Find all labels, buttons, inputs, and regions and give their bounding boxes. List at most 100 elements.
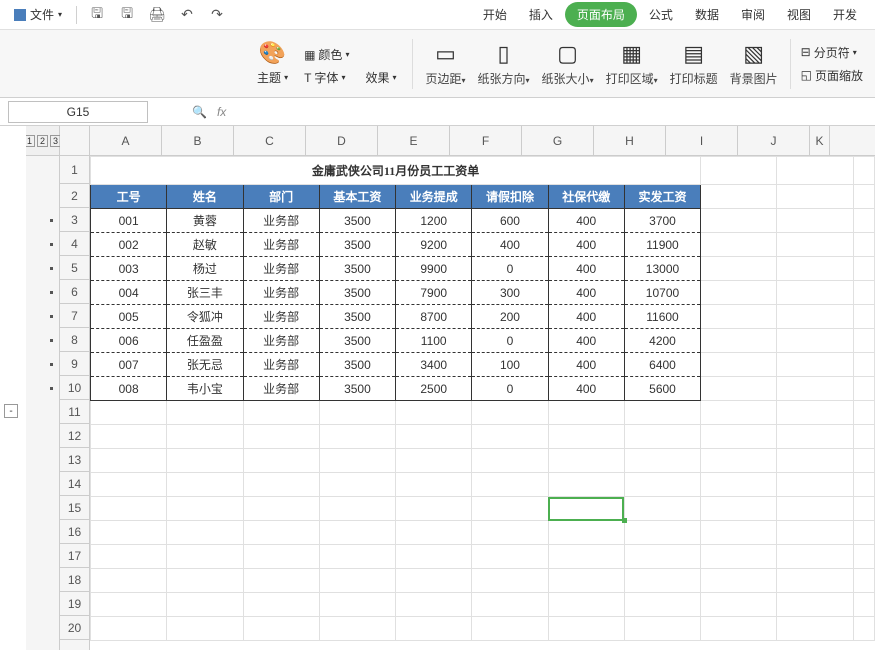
cell-H16[interactable] [624,521,700,545]
cell-H13[interactable] [624,449,700,473]
cell-F4[interactable]: 400 [472,233,548,257]
cell-F15[interactable] [472,497,548,521]
cell-H7[interactable]: 11600 [624,305,700,329]
cell-I15[interactable] [701,497,777,521]
cell-G5[interactable]: 400 [548,257,624,281]
undo-icon[interactable]: ↶ [175,3,199,27]
cell-F18[interactable] [472,569,548,593]
cell-F8[interactable]: 0 [472,329,548,353]
col-header-A[interactable]: A [90,126,162,155]
cell-E8[interactable]: 1100 [396,329,472,353]
fonts-button[interactable]: T字体▾ [300,67,349,88]
cell-H20[interactable] [624,617,700,641]
cell-A14[interactable] [91,473,167,497]
cell-J12[interactable] [777,425,853,449]
cell-G6[interactable]: 400 [548,281,624,305]
cell-A17[interactable] [91,545,167,569]
cell-A6[interactable]: 004 [91,281,167,305]
cell-H15[interactable] [624,497,700,521]
cell-B18[interactable] [167,569,243,593]
cell-B9[interactable]: 张无忌 [167,353,243,377]
cell-D6[interactable]: 3500 [319,281,395,305]
cell-A1[interactable]: 金庸武侠公司11月份员工工资单 [91,157,701,185]
cell-I2[interactable] [701,185,777,209]
cell-A2[interactable]: 工号 [91,185,167,209]
cell-G18[interactable] [548,569,624,593]
cell-I11[interactable] [701,401,777,425]
cell-F17[interactable] [472,545,548,569]
tab-视图[interactable]: 视图 [777,2,821,27]
cell-J16[interactable] [777,521,853,545]
cell-G17[interactable] [548,545,624,569]
cell-G19[interactable] [548,593,624,617]
save-as-icon[interactable]: 🖫 [115,3,139,27]
cell-J9[interactable] [777,353,853,377]
tab-开发[interactable]: 开发 [823,2,867,27]
row-header-9[interactable]: 9 [60,352,89,376]
cell-I7[interactable] [701,305,777,329]
cell-F19[interactable] [472,593,548,617]
cell-E16[interactable] [396,521,472,545]
row-header-14[interactable]: 14 [60,472,89,496]
cell-K2[interactable] [853,185,874,209]
cell-D16[interactable] [319,521,395,545]
cell-F12[interactable] [472,425,548,449]
cell-D7[interactable]: 3500 [319,305,395,329]
row-header-15[interactable]: 15 [60,496,89,520]
cell-D18[interactable] [319,569,395,593]
cell-K4[interactable] [853,233,874,257]
row-header-7[interactable]: 7 [60,304,89,328]
cell-B3[interactable]: 黄蓉 [167,209,243,233]
cell-K12[interactable] [853,425,874,449]
cell-I12[interactable] [701,425,777,449]
cell-F14[interactable] [472,473,548,497]
outline-collapse-button[interactable]: - [4,404,18,418]
cell-F6[interactable]: 300 [472,281,548,305]
col-header-J[interactable]: J [738,126,810,155]
cell-J3[interactable] [777,209,853,233]
cell-G11[interactable] [548,401,624,425]
cell-E18[interactable] [396,569,472,593]
cell-A18[interactable] [91,569,167,593]
cell-I5[interactable] [701,257,777,281]
cell-J20[interactable] [777,617,853,641]
cell-A10[interactable]: 008 [91,377,167,401]
cell-G12[interactable] [548,425,624,449]
row-header-8[interactable]: 8 [60,328,89,352]
cell-D4[interactable]: 3500 [319,233,395,257]
cell-G3[interactable]: 400 [548,209,624,233]
cell-A8[interactable]: 006 [91,329,167,353]
col-header-D[interactable]: D [306,126,378,155]
cell-D3[interactable]: 3500 [319,209,395,233]
fx-icon[interactable]: fx [217,105,226,119]
cell-I1[interactable] [701,157,777,185]
cell-C19[interactable] [243,593,319,617]
file-menu[interactable]: 文件 ▾ [8,4,68,25]
cell-I6[interactable] [701,281,777,305]
cell-K20[interactable] [853,617,874,641]
cell-C15[interactable] [243,497,319,521]
cell-A11[interactable] [91,401,167,425]
cell-G15[interactable] [548,497,624,521]
cell-C20[interactable] [243,617,319,641]
margins-button[interactable]: ▭ 页边距▾ [419,40,471,87]
col-header-C[interactable]: C [234,126,306,155]
cell-G14[interactable] [548,473,624,497]
tab-审阅[interactable]: 审阅 [731,2,775,27]
cell-C3[interactable]: 业务部 [243,209,319,233]
cell-A12[interactable] [91,425,167,449]
cell-B12[interactable] [167,425,243,449]
cell-I16[interactable] [701,521,777,545]
print-icon[interactable]: 🖨 [145,3,169,27]
cell-K9[interactable] [853,353,874,377]
cell-J7[interactable] [777,305,853,329]
row-header-4[interactable]: 4 [60,232,89,256]
cell-C13[interactable] [243,449,319,473]
cell-D8[interactable]: 3500 [319,329,395,353]
cell-B13[interactable] [167,449,243,473]
cell-B10[interactable]: 韦小宝 [167,377,243,401]
col-header-K[interactable]: K [810,126,830,155]
cell-B5[interactable]: 杨过 [167,257,243,281]
cell-E11[interactable] [396,401,472,425]
cell-C14[interactable] [243,473,319,497]
